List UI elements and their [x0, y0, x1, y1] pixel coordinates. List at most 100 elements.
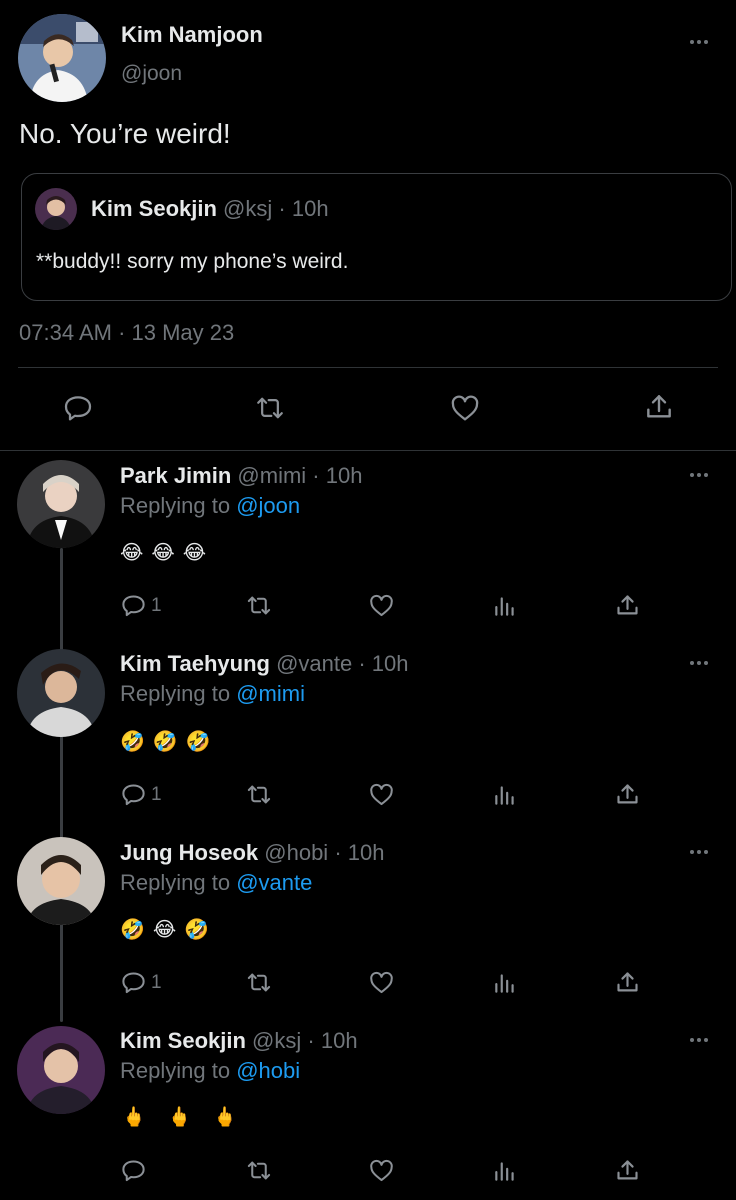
replying-to-handle[interactable]: @joon — [236, 493, 300, 518]
views-button[interactable] — [492, 1158, 518, 1184]
emoji: 🤣 — [185, 731, 211, 753]
reply-button[interactable] — [62, 392, 94, 424]
reply-header: Kim Taehyung @vante · 10h — [120, 651, 409, 677]
more-dots-icon[interactable] — [690, 1038, 708, 1042]
heart-icon — [370, 971, 393, 994]
avatar-reply-1[interactable] — [17, 460, 105, 548]
retweet-button[interactable] — [253, 392, 287, 424]
avatar-reply-3[interactable] — [17, 837, 105, 925]
views-button[interactable] — [492, 593, 518, 619]
like-button[interactable] — [448, 392, 482, 424]
heart-icon — [370, 783, 393, 806]
reply-header: Jung Hoseok @hobi · 10h — [120, 840, 384, 866]
reply-button[interactable]: 1 — [120, 592, 162, 619]
bar-chart-icon — [495, 597, 514, 616]
replying-to-label: Replying to — [120, 681, 231, 706]
share-button[interactable] — [614, 1157, 641, 1184]
reply-header: Kim Seokjin @ksj · 10h — [120, 1028, 358, 1054]
retweet-button[interactable] — [244, 969, 274, 996]
like-button[interactable] — [367, 969, 396, 996]
retweet-button[interactable] — [244, 781, 274, 808]
speech-bubble-icon — [122, 595, 145, 617]
tweet-timestamp[interactable]: 07:34 AM · 13 May 23 — [19, 320, 234, 346]
reply-button[interactable]: 1 — [120, 781, 162, 808]
emoji: 😂 — [182, 542, 207, 564]
emoji: 🤣 — [152, 731, 178, 753]
reply-author-handle[interactable]: @hobi — [264, 840, 328, 865]
reply-author-handle[interactable]: @mimi — [237, 463, 306, 488]
like-button[interactable] — [367, 781, 396, 808]
like-button[interactable] — [367, 1157, 396, 1184]
emoji: 😂 — [120, 542, 144, 564]
bar-chart-icon — [495, 974, 514, 993]
more-dots-icon[interactable] — [690, 40, 708, 44]
reply-author-name[interactable]: Jung Hoseok — [120, 840, 258, 865]
reply-emojis: 😂 😂 😂 — [120, 540, 214, 565]
reply-emojis: 🤣 🤣 🤣 — [120, 729, 219, 754]
emoji: 🖕 — [213, 1107, 252, 1128]
avatar-reply-4[interactable] — [17, 1026, 105, 1114]
reply-count: 1 — [151, 594, 162, 616]
more-dots-icon[interactable] — [690, 473, 708, 477]
quoted-header: Kim Seokjin @ksj · 10h — [91, 196, 329, 222]
retweet-arrows-icon — [247, 973, 271, 992]
main-tweet-text: No. You’re weird! — [19, 118, 231, 149]
share-upload-icon — [647, 395, 671, 418]
speech-bubble-icon — [122, 784, 145, 806]
replying-to-handle[interactable]: @hobi — [236, 1058, 300, 1083]
replying-to: Replying to @hobi — [120, 1058, 300, 1084]
heart-icon — [370, 1159, 393, 1182]
heart-icon — [451, 395, 479, 421]
quoted-tweet-card[interactable] — [21, 173, 732, 301]
reply-time: · 10h — [307, 1028, 358, 1053]
speech-bubble-icon — [122, 1160, 145, 1182]
like-button[interactable] — [367, 592, 396, 619]
share-upload-icon — [617, 784, 638, 804]
retweet-button[interactable] — [244, 1157, 274, 1184]
avatar-main-author[interactable] — [18, 14, 106, 102]
more-dots-icon[interactable] — [690, 661, 708, 665]
speech-bubble-icon — [64, 396, 92, 421]
avatar-quoted-author — [35, 188, 77, 230]
divider — [18, 367, 718, 368]
share-button[interactable] — [643, 391, 675, 423]
more-dots-icon[interactable] — [690, 850, 708, 854]
quoted-author-handle: @ksj — [223, 196, 273, 221]
emoji: 🤣 — [120, 919, 145, 941]
reply-author-name[interactable]: Park Jimin — [120, 463, 231, 488]
main-author-name[interactable]: Kim Namjoon — [121, 22, 263, 48]
avatar-reply-2[interactable] — [17, 649, 105, 737]
thread-line — [60, 548, 63, 1022]
reply-header: Park Jimin @mimi · 10h — [120, 463, 362, 489]
share-button[interactable] — [614, 781, 641, 808]
reply-time: · 10h — [312, 463, 363, 488]
emoji: 🤣 — [120, 731, 145, 753]
share-upload-icon — [617, 1160, 638, 1180]
replying-to-label: Replying to — [120, 493, 231, 518]
replying-to-handle[interactable]: @vante — [236, 870, 312, 895]
reply-button[interactable]: 1 — [120, 969, 162, 996]
replying-to-handle[interactable]: @mimi — [236, 681, 305, 706]
reply-author-handle[interactable]: @ksj — [252, 1028, 301, 1053]
reply-author-handle[interactable]: @vante — [276, 651, 352, 676]
reply-author-name[interactable]: Kim Seokjin — [120, 1028, 246, 1053]
reply-author-name[interactable]: Kim Taehyung — [120, 651, 270, 676]
heart-icon — [370, 594, 393, 617]
emoji: 😂 — [151, 542, 175, 564]
reply-emojis: 🖕 🖕 🖕 — [122, 1105, 259, 1129]
share-upload-icon — [617, 595, 638, 615]
share-button[interactable] — [614, 969, 641, 996]
quoted-tweet-text: **buddy!! sorry my phone’s weird. — [36, 250, 349, 273]
emoji: 😂 — [152, 919, 177, 941]
views-button[interactable] — [492, 782, 518, 808]
reply-emojis: 🤣 😂 🤣 — [120, 917, 217, 942]
retweet-button[interactable] — [244, 592, 274, 619]
retweet-arrows-icon — [247, 1161, 271, 1180]
retweet-arrows-icon — [257, 397, 283, 419]
main-author-handle[interactable]: @joon — [121, 62, 182, 86]
views-button[interactable] — [492, 970, 518, 996]
reply-button[interactable] — [120, 1157, 151, 1184]
share-button[interactable] — [614, 592, 641, 619]
reply-count: 1 — [151, 971, 162, 993]
speech-bubble-icon — [122, 972, 145, 994]
